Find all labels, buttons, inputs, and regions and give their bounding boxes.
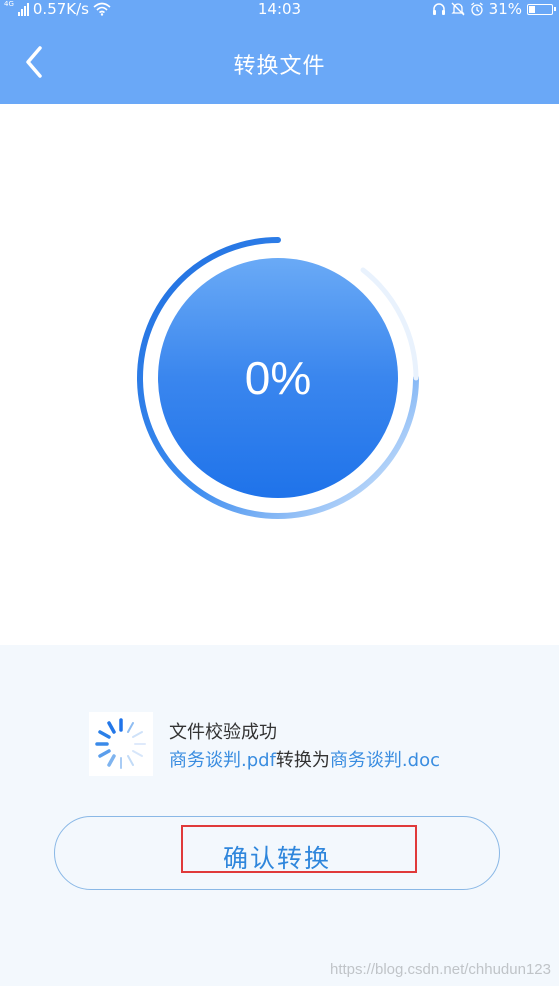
confirm-convert-button[interactable]: 确认转换: [54, 816, 500, 890]
source-file-name: 商务谈判.pdf: [169, 750, 276, 771]
progress-circle: 0%: [158, 258, 398, 498]
progress-indicator: 0%: [128, 228, 428, 528]
status-right: 31%: [432, 0, 556, 18]
validation-status: 文件校验成功 商务谈判.pdf转换为商务谈判.doc: [89, 712, 509, 778]
header-bar: 转换文件: [0, 18, 559, 104]
target-file-name: 商务谈判.doc: [329, 750, 440, 771]
page-title: 转换文件: [233, 54, 326, 79]
battery-fill: [529, 5, 535, 13]
progress-percent: 0%: [244, 352, 312, 404]
spinner-icon: [89, 712, 153, 776]
bell-off-icon: [451, 2, 465, 16]
status-description: 商务谈判.pdf转换为商务谈判.doc: [169, 746, 440, 772]
watermark: https://blog.csdn.net/chhudun123: [329, 961, 551, 978]
alarm-icon: [470, 2, 483, 16]
status-bar: 4G 0.57K/s 14:03 31%: [0, 0, 559, 18]
battery-percent: 31%: [488, 0, 522, 18]
battery-icon: [527, 3, 556, 15]
convert-to-text: 转换为: [275, 750, 330, 771]
headset-icon: [432, 3, 445, 15]
status-title: 文件校验成功: [169, 722, 277, 743]
confirm-convert-label: 确认转换: [222, 844, 331, 873]
